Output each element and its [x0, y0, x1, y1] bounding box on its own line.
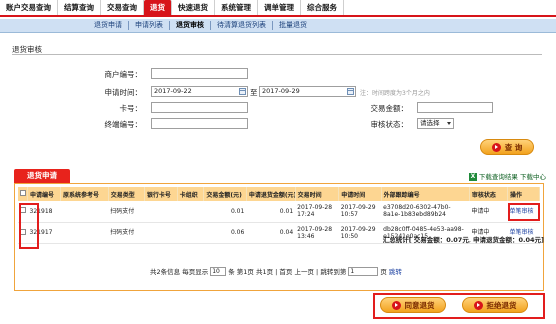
panel-tab[interactable]: 退货申请 [14, 169, 70, 183]
terminal-label: 终端编号： [104, 120, 143, 129]
nav-settlement-query[interactable]: 结算查询 [58, 0, 101, 15]
chevron-down-icon [447, 122, 451, 125]
annotation-box-review-link [508, 203, 540, 221]
terminal-input[interactable] [151, 118, 248, 129]
nav-order-admin[interactable]: 调单管理 [258, 0, 301, 15]
cell-apply-time: 2017-09-29 10:57 [338, 201, 382, 223]
status-select[interactable]: 请选择 [417, 118, 454, 129]
excel-icon: X [468, 173, 477, 181]
col-header: 审核状态 [469, 187, 509, 201]
cell-card [144, 222, 178, 244]
pagination: 共2条信息 每页显示 10 条 第1页 共1页 | 首页 上一页 | 跳转到第 … [150, 266, 402, 276]
cell-status: 申请中 [469, 201, 508, 223]
summary-stats: 汇总统计[ 交易金额：0.07元, 申请退货金额：0.04元] [382, 236, 544, 244]
pager-info: 共2条信息 每页显示 [150, 268, 209, 276]
col-header: 申请编号 [27, 187, 61, 201]
range-hint: 注：时间跨度为3个月之内 [360, 90, 430, 97]
nav-account-query[interactable]: 账户交易查询 [0, 0, 58, 15]
cell-refund: 0.01 [246, 201, 296, 223]
play-icon [491, 142, 501, 152]
select-all-cell[interactable] [18, 187, 29, 201]
pager-info: 条 第1页 共1页 | 首页 上一页 | 跳转到第 [228, 268, 347, 276]
subnav-refund-review[interactable]: 退货审核 [170, 21, 211, 30]
calendar-icon[interactable] [239, 88, 246, 95]
cell-ref [60, 222, 109, 244]
col-header: 申请退货金额(元) [246, 187, 296, 201]
col-header: 交易类型 [108, 187, 145, 201]
cell-card [144, 201, 178, 223]
date-from-input[interactable]: 2017-09-22 [151, 86, 248, 97]
cell-trade-time: 2017-09-28 13:46 [295, 222, 339, 244]
amount-label: 交易金额： [370, 104, 409, 113]
cell-trace: e3708d20-6302-47b0-8a1e-1b83ebd89b24 [381, 201, 470, 223]
cell-trade-time: 2017-09-28 17:24 [295, 201, 339, 223]
annotation-box-action-buttons [373, 293, 545, 319]
summary-refund-total: 申请退货金额：0.04元 [472, 236, 542, 244]
goto-link[interactable]: 跳转 [389, 266, 402, 276]
table-header: 申请编号 原系统参考号 交易类型 银行卡号 卡组织 交易金额(元) 申请退货金额… [18, 187, 540, 201]
select-all-checkbox[interactable] [20, 190, 26, 196]
merchant-input[interactable] [151, 68, 248, 79]
summary-close: ] [541, 236, 544, 244]
status-label: 审核状态： [370, 120, 409, 129]
per-page-select[interactable]: 10 [210, 266, 227, 276]
download-link[interactable]: X 下载查询结果 下载中心 [468, 171, 546, 181]
query-button-label: 查 询 [504, 142, 523, 152]
summary-label: 汇总统计[ [382, 236, 412, 244]
col-header: 外部跟踪编号 [381, 187, 470, 201]
cell-org [177, 201, 204, 223]
table-row: 321918 扫码支付 0.01 0.01 2017-09-28 17:24 2… [18, 201, 540, 223]
query-button[interactable]: 查 询 [480, 139, 534, 155]
amount-input[interactable] [417, 102, 493, 113]
card-label: 卡号： [119, 104, 143, 113]
subnav-batch-refund[interactable]: 批量退货 [273, 21, 313, 30]
col-header: 卡组织 [177, 187, 205, 201]
cell-amount: 0.06 [203, 222, 247, 244]
nav-quick-refund[interactable]: 快速退货 [172, 0, 215, 15]
cell-type: 扫码支付 [108, 201, 145, 223]
status-select-value: 请选择 [420, 119, 440, 127]
cell-refund: 0.04 [246, 222, 296, 244]
section-divider [12, 54, 542, 55]
summary-trade-total: 交易金额：0.07元 [413, 236, 469, 244]
col-header: 交易时间 [295, 187, 340, 201]
merchant-label: 商户编号： [104, 70, 143, 79]
date-to-input[interactable]: 2017-09-29 [259, 86, 356, 97]
sub-nav: 退货申请 申请列表 退货审核 待清算退货列表 批量退货 [0, 19, 556, 33]
cell-org [177, 222, 204, 244]
subnav-refund-apply[interactable]: 退货申请 [88, 21, 129, 30]
download-link-label: 下载查询结果 下载中心 [478, 173, 546, 181]
cell-amount: 0.01 [203, 201, 247, 223]
col-header: 交易金额(元) [203, 187, 247, 201]
annotation-box-checkboxes [19, 203, 39, 249]
col-header: 申请时间 [338, 187, 382, 201]
nav-general-service[interactable]: 综合服务 [301, 0, 344, 15]
nav-refund[interactable]: 退货 [144, 0, 172, 15]
apply-time-label: 申请时间： [104, 88, 143, 97]
cell-apply-time: 2017-09-29 10:50 [338, 222, 382, 244]
cell-ref [60, 201, 109, 223]
nav-trade-query[interactable]: 交易查询 [101, 0, 144, 15]
pager-info: 页 [380, 268, 387, 276]
top-nav: 账户交易查询 结算查询 交易查询 退货 快速退货 系统管理 调单管理 综合服务 [0, 0, 556, 17]
col-header: 操作 [507, 187, 540, 201]
nav-system-admin[interactable]: 系统管理 [215, 0, 258, 15]
subnav-pending-clearing[interactable]: 待清算退货列表 [211, 21, 273, 30]
calendar-icon[interactable] [347, 88, 354, 95]
col-header: 银行卡号 [144, 187, 178, 201]
subnav-apply-list[interactable]: 申请列表 [129, 21, 170, 30]
card-input[interactable] [151, 102, 248, 113]
cell-type: 扫码支付 [108, 222, 145, 244]
col-header: 原系统参考号 [60, 187, 109, 201]
goto-page-input[interactable]: 1 [348, 266, 379, 276]
to-label: 至 [250, 88, 258, 97]
